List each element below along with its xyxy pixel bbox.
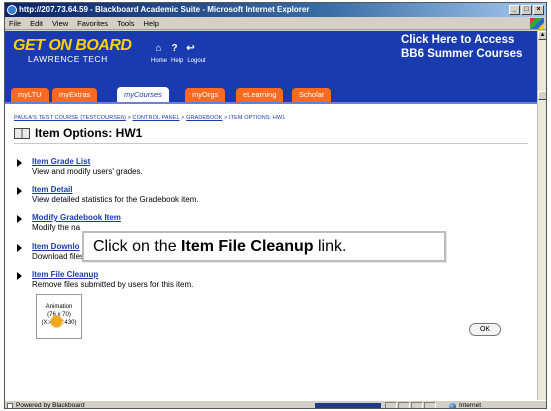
zone-label: Internet [459, 402, 482, 409]
menu-bar: File Edit View Favorites Tools Help [5, 17, 546, 30]
book-icon [14, 127, 30, 139]
menu-file[interactable]: File [9, 17, 21, 29]
status-text: Powered by Blackboard [16, 402, 85, 409]
logout-icon[interactable]: ↩ [185, 44, 196, 54]
windows-logo-icon [530, 18, 544, 29]
logo-subtitle: LAWRENCE TECH [28, 54, 108, 64]
summer-courses-link[interactable]: Click Here to Access BB6 Summer Courses [401, 33, 522, 61]
home-icon[interactable]: ⌂ [153, 44, 164, 54]
breadcrumb-separator: > [224, 115, 228, 121]
blackboard-header: GET ON BOARD LAWRENCE TECH ⌂ ? ↩ Home He… [5, 31, 537, 86]
page-icon [7, 403, 13, 408]
security-zone: Internet [449, 401, 482, 409]
tab-divider [5, 102, 537, 104]
bullet-arrow-icon [17, 272, 22, 280]
modify-gradebook-item-link[interactable]: Modify Gradebook Item [32, 213, 121, 222]
home-link[interactable]: Home [151, 58, 167, 64]
status-panel [398, 402, 410, 408]
status-panel [385, 402, 397, 408]
tab-myorgs[interactable]: myOrgs [185, 88, 226, 102]
animation-title: Animation [45, 304, 73, 310]
promo-line-2: BB6 Summer Courses [401, 48, 523, 60]
promo-line-1: Click Here to Access [401, 34, 515, 46]
status-panel [424, 402, 436, 408]
item-download-link[interactable]: Item Downlo [32, 242, 80, 251]
tab-scholar[interactable]: Scholar [292, 88, 332, 102]
option-description: Remove files submitted by users for this… [32, 280, 194, 289]
callout-link-name: Item File Cleanup [181, 238, 314, 255]
tab-myltu[interactable]: myLTU [11, 88, 49, 102]
item-detail-link[interactable]: Item Detail [32, 185, 72, 194]
ok-button[interactable]: OK [469, 323, 501, 336]
maximize-button[interactable]: □ [521, 5, 532, 15]
callout-prefix: Click on the [93, 238, 182, 255]
page-title: Item Options: HW1 [35, 126, 143, 140]
breadcrumb: PAULA'S TEST COURSE (TESTCOURSE6) > CONT… [14, 115, 285, 121]
breadcrumb-current: ITEM OPTIONS: HW1 [229, 115, 286, 121]
click-highlight-icon [50, 315, 63, 328]
animation-placeholder: Animation (76 x 70) (X:47, Y:430) [36, 294, 82, 339]
ie-icon [7, 5, 17, 15]
breadcrumb-control-panel[interactable]: CONTROL PANEL [133, 115, 180, 121]
breadcrumb-gradebook[interactable]: GRADEBOOK [186, 115, 222, 121]
status-panel [411, 402, 423, 408]
page-viewport: GET ON BOARD LAWRENCE TECH ⌂ ? ↩ Home He… [5, 31, 537, 400]
menu-view[interactable]: View [52, 17, 68, 29]
bullet-arrow-icon [17, 159, 22, 167]
browser-window: http://207.73.64.59 - Blackboard Academi… [4, 2, 547, 409]
window-title: http://207.73.64.59 - Blackboard Academi… [19, 5, 310, 14]
breadcrumb-course[interactable]: PAULA'S TEST COURSE (TESTCOURSE6) [14, 115, 126, 121]
status-panels [385, 402, 436, 408]
vertical-scrollbar[interactable]: ▲ [537, 31, 546, 400]
logo[interactable]: GET ON BOARD [13, 37, 132, 55]
help-icon[interactable]: ? [169, 44, 180, 54]
instruction-callout: Click on the Item File Cleanup link. [82, 231, 446, 262]
tab-elearning[interactable]: eLearning [236, 88, 284, 102]
menu-tools[interactable]: Tools [117, 17, 135, 29]
tab-mycourses[interactable]: myCourses [117, 87, 169, 103]
menu-help[interactable]: Help [144, 17, 159, 29]
progress-bar [315, 403, 381, 408]
bullet-arrow-icon [17, 244, 22, 252]
item-file-cleanup-link[interactable]: Item File Cleanup [32, 270, 98, 279]
option-description: View and modify users' grades. [32, 167, 143, 176]
tab-myextras[interactable]: myExtras [52, 88, 98, 102]
logout-link[interactable]: Logout [187, 58, 205, 64]
globe-icon [449, 402, 456, 408]
title-divider [14, 143, 528, 144]
menu-favorites[interactable]: Favorites [77, 17, 108, 29]
callout-suffix: link. [313, 238, 347, 255]
scroll-thumb[interactable] [538, 91, 546, 100]
item-grade-list-link[interactable]: Item Grade List [32, 157, 90, 166]
help-link[interactable]: Help [171, 58, 183, 64]
bullet-arrow-icon [17, 215, 22, 223]
option-description: Modify the na [32, 223, 81, 232]
tab-bar: myLTU myExtras myCourses myOrgs eLearnin… [5, 86, 537, 103]
close-button[interactable]: × [533, 5, 544, 15]
title-bar: http://207.73.64.59 - Blackboard Academi… [5, 3, 546, 17]
minimize-button[interactable]: _ [509, 5, 520, 15]
menu-edit[interactable]: Edit [30, 17, 43, 29]
breadcrumb-separator: > [181, 115, 185, 121]
breadcrumb-separator: > [127, 115, 131, 121]
scroll-up-icon[interactable]: ▲ [538, 31, 546, 40]
bullet-arrow-icon [17, 187, 22, 195]
option-description: View detailed statistics for the Gradebo… [32, 195, 199, 204]
status-bar: Powered by Blackboard Internet [5, 400, 546, 409]
